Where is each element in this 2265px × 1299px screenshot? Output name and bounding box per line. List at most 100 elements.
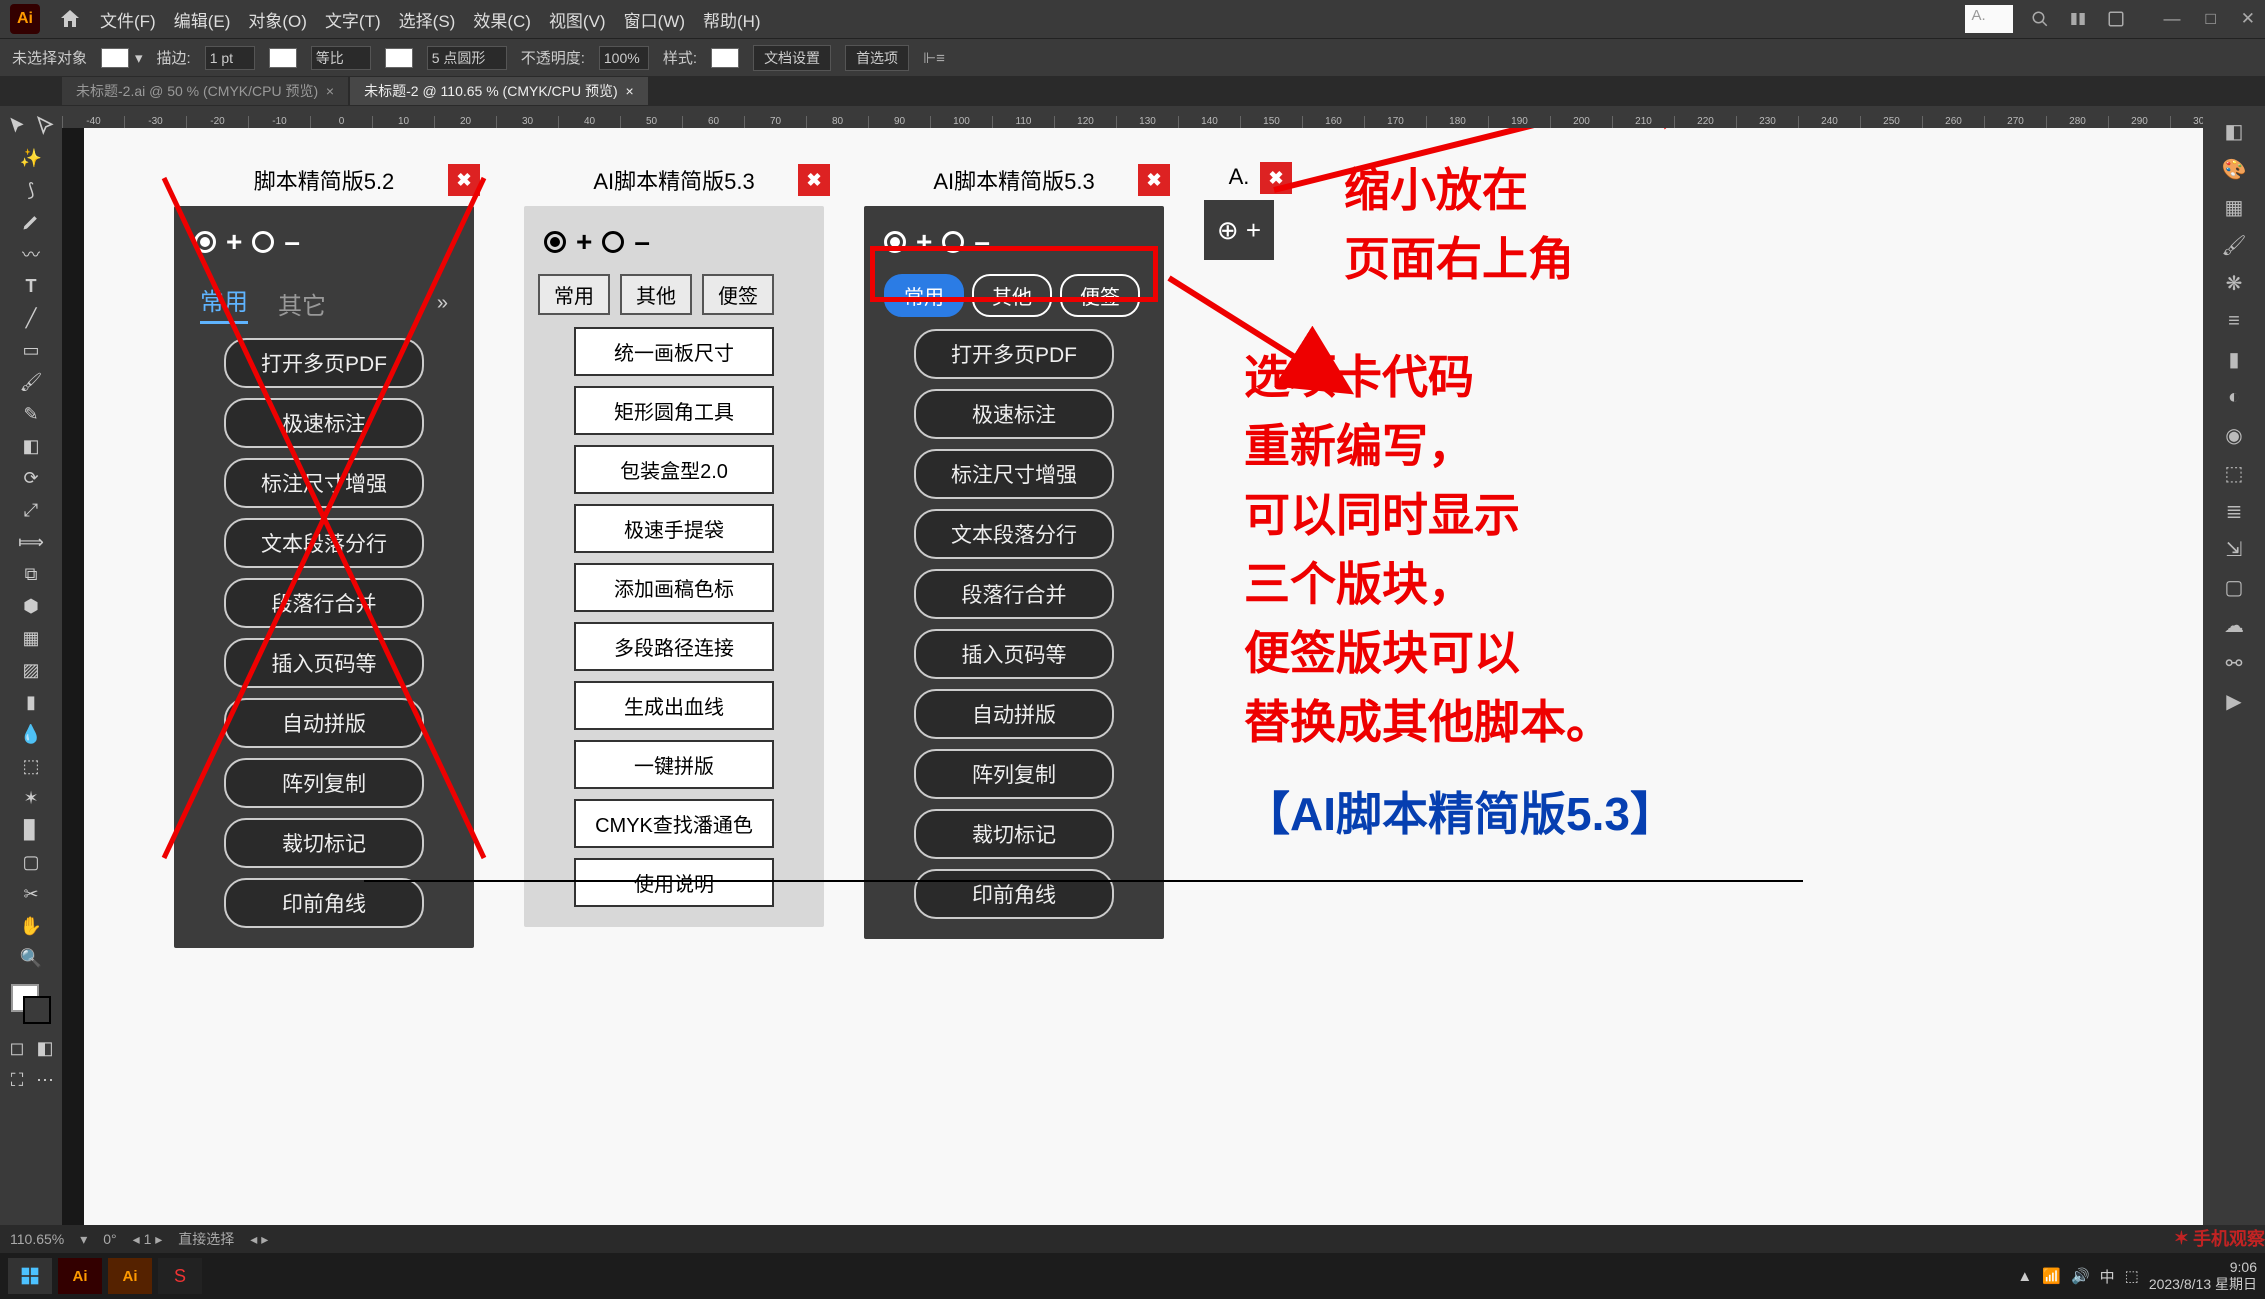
menu-view[interactable]: 视图(V) — [549, 7, 606, 32]
menu-file[interactable]: 文件(F) — [100, 7, 156, 32]
tray-volume-icon[interactable]: 🔊 — [2071, 1267, 2090, 1285]
brush-swatch[interactable] — [385, 48, 413, 68]
rotate-view[interactable]: 0° — [103, 1231, 116, 1247]
selection-tool[interactable] — [4, 112, 30, 140]
edit-toolbar[interactable]: ⋯ — [32, 1066, 58, 1094]
script-button[interactable]: 打开多页PDF — [914, 329, 1114, 379]
script-button[interactable]: 包装盒型2.0 — [574, 445, 774, 494]
script-button[interactable]: 段落行合并 — [914, 569, 1114, 619]
tab-common[interactable]: 常用 — [200, 282, 248, 324]
menu-help[interactable]: 帮助(H) — [703, 7, 761, 32]
script-button[interactable]: 文本段落分行 — [914, 509, 1114, 559]
rectangle-tool[interactable]: ▭ — [17, 336, 45, 364]
stroke-color[interactable] — [23, 996, 51, 1024]
script-button[interactable]: 极速标注 — [914, 389, 1114, 439]
perspective-tool[interactable]: ▦ — [17, 624, 45, 652]
gradient-tool[interactable]: ▮ — [17, 688, 45, 716]
arrange-icon[interactable] — [2069, 10, 2087, 28]
menu-effect[interactable]: 效果(C) — [473, 7, 531, 32]
rotate-tool[interactable]: ⟳ — [17, 464, 45, 492]
tray-icon[interactable]: 📶 — [2042, 1267, 2061, 1285]
menu-object[interactable]: 对象(O) — [248, 7, 307, 32]
layers-icon[interactable]: ≣ — [2219, 496, 2249, 526]
tray-icon[interactable]: ▲ — [2017, 1268, 2032, 1285]
maximize-icon[interactable]: □ — [2205, 9, 2215, 29]
script-button[interactable]: CMYK查找潘通色 — [574, 799, 774, 848]
asset-export-icon[interactable]: ⇲ — [2219, 534, 2249, 564]
script-button[interactable]: 极速标注 — [224, 398, 424, 448]
artboard-nav[interactable]: ◂ 1 ▸ — [133, 1231, 163, 1248]
artboards-icon[interactable]: ▢ — [2219, 572, 2249, 602]
menu-select[interactable]: 选择(S) — [399, 7, 456, 32]
draw-behind[interactable]: ◧ — [32, 1034, 58, 1062]
zoom-level[interactable]: 110.65% — [10, 1231, 64, 1247]
color-swatches[interactable] — [11, 984, 51, 1024]
shape-builder-tool[interactable]: ⬢ — [17, 592, 45, 620]
fill-dropdown-icon[interactable]: ▾ — [135, 49, 143, 67]
appearance-icon[interactable]: ◉ — [2219, 420, 2249, 450]
stroke-swatch[interactable] — [269, 48, 297, 68]
doc-setup-button[interactable]: 文档设置 — [753, 45, 831, 71]
preferences-button[interactable]: 首选项 — [845, 45, 909, 71]
shaper-tool[interactable]: ✎ — [17, 400, 45, 428]
script-button[interactable]: 标注尺寸增强 — [224, 458, 424, 508]
line-tool[interactable]: ╱ — [17, 304, 45, 332]
stroke-weight-input[interactable] — [205, 46, 255, 70]
script-button[interactable]: 阵列复制 — [914, 749, 1114, 799]
brushes-icon[interactable]: 🖌 — [2219, 230, 2249, 260]
hand-tool[interactable]: ✋ — [17, 912, 45, 940]
uniform-select[interactable] — [311, 46, 371, 70]
pen-tool[interactable] — [17, 208, 45, 236]
style-swatch[interactable] — [711, 48, 739, 68]
paintbrush-tool[interactable]: 🖌 — [17, 368, 45, 396]
graphic-styles-icon[interactable]: ⬚ — [2219, 458, 2249, 488]
blend-tool[interactable]: ⬚ — [17, 752, 45, 780]
script-button[interactable]: 生成出血线 — [574, 681, 774, 730]
script-button[interactable]: 统一画板尺寸 — [574, 327, 774, 376]
artboard[interactable]: 脚本精简版5.2 ✖ + – 常用 其它 » 打开多页PDF极速标注标注尺寸增强… — [84, 128, 2203, 1225]
expand-icon[interactable]: » — [437, 292, 448, 315]
menu-window[interactable]: 窗口(W) — [624, 7, 685, 32]
swatches-icon[interactable]: ▦ — [2219, 192, 2249, 222]
script-button[interactable]: 一键拼版 — [574, 740, 774, 789]
radio-on-icon[interactable] — [544, 231, 566, 253]
stroke-icon[interactable]: ≡ — [2219, 306, 2249, 336]
color-icon[interactable]: 🎨 — [2219, 154, 2249, 184]
panel-5-2-close[interactable]: ✖ — [448, 164, 480, 196]
script-button[interactable]: 文本段落分行 — [224, 518, 424, 568]
width-tool[interactable]: ⟾ — [17, 528, 45, 556]
script-button[interactable]: 使用说明 — [574, 858, 774, 907]
radio-on-icon[interactable] — [194, 231, 216, 253]
document-tab-1[interactable]: 未标题-2.ai @ 50 % (CMYK/CPU 预览) × — [62, 77, 348, 105]
search-icon[interactable] — [2031, 10, 2049, 28]
script-button[interactable]: 极速手提袋 — [574, 504, 774, 553]
mesh-tool[interactable]: ▨ — [17, 656, 45, 684]
screen-mode[interactable]: ⛶ — [4, 1066, 30, 1094]
close-icon[interactable]: ✕ — [2241, 9, 2255, 29]
tray-icon[interactable]: ⬚ — [2125, 1267, 2139, 1285]
align-icon[interactable]: ⊩≡ — [923, 49, 945, 67]
script-button[interactable]: 段落行合并 — [224, 578, 424, 628]
script-button[interactable]: 标注尺寸增强 — [914, 449, 1114, 499]
script-button[interactable]: 印前角线 — [224, 878, 424, 928]
brush-select[interactable] — [427, 46, 507, 70]
script-button[interactable]: 自动拼版 — [914, 689, 1114, 739]
symbol-sprayer-tool[interactable]: ✶ — [17, 784, 45, 812]
graph-tool[interactable]: ▊ — [17, 816, 45, 844]
opacity-input[interactable] — [599, 46, 649, 70]
search-collapsed[interactable]: A. — [1965, 5, 2013, 33]
eraser-tool[interactable]: ◧ — [17, 432, 45, 460]
links-icon[interactable]: ⚯ — [2219, 648, 2249, 678]
slice-tool[interactable]: ✂ — [17, 880, 45, 908]
radio-off-icon[interactable] — [252, 231, 274, 253]
workspace-icon[interactable] — [2107, 10, 2125, 28]
tab-other[interactable]: 其它 — [278, 286, 326, 321]
script-button[interactable]: 自动拼版 — [224, 698, 424, 748]
panel-mini-body[interactable]: ⊕ + — [1204, 200, 1274, 260]
fill-swatch[interactable] — [101, 48, 129, 68]
properties-icon[interactable]: ◧ — [2219, 116, 2249, 146]
script-button[interactable]: 插入页码等 — [914, 629, 1114, 679]
home-icon[interactable] — [58, 7, 82, 31]
panel-5-3-light-close[interactable]: ✖ — [798, 164, 830, 196]
tab-notes[interactable]: 便签 — [702, 274, 774, 315]
